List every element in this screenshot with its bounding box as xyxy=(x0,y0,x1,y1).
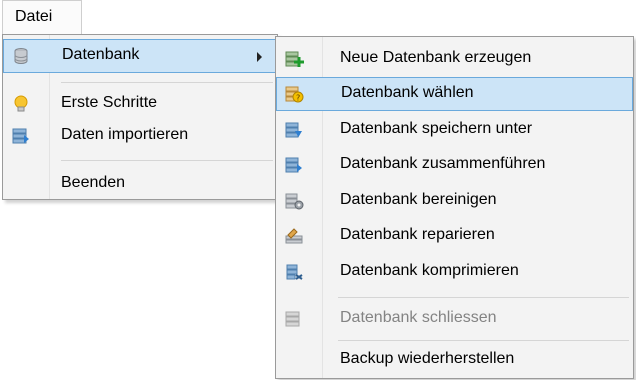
database-icon xyxy=(14,48,28,64)
menu-item-datenbank-komprimieren[interactable]: Datenbank komprimieren xyxy=(276,255,633,289)
repair-database-icon xyxy=(285,228,303,244)
menu-item-label: Erste Schritte xyxy=(61,94,158,111)
select-database-icon: ? xyxy=(285,86,304,103)
menu-item-beenden[interactable]: Beenden xyxy=(3,167,277,201)
menu-item-datenbank-bereinigen[interactable]: Datenbank bereinigen xyxy=(276,184,633,218)
menu-item-label: Datenbank speichern unter xyxy=(340,120,533,137)
add-database-icon xyxy=(285,51,304,67)
svg-text:?: ? xyxy=(296,94,300,103)
menu-item-datenbank-zusammenfuehren[interactable]: Datenbank zusammenführen xyxy=(276,148,633,182)
menu-item-erste-schritte[interactable]: Erste Schritte xyxy=(3,87,277,121)
menu-item-label: Datenbank komprimieren xyxy=(340,262,519,279)
menu-item-datenbank-speichern-unter[interactable]: Datenbank speichern unter xyxy=(276,113,633,147)
import-icon xyxy=(12,128,29,144)
save-database-icon xyxy=(285,122,302,138)
menu-item-label: Neue Datenbank erzeugen xyxy=(340,49,532,66)
menu-item-label: Datenbank zusammenführen xyxy=(340,155,546,172)
menu-separator xyxy=(61,82,273,83)
menu-item-datenbank[interactable]: Datenbank xyxy=(3,39,277,73)
menu-item-label: Daten importieren xyxy=(61,126,189,143)
menu-item-label: Beenden xyxy=(61,174,126,191)
menu-item-label: Datenbank reparieren xyxy=(340,226,495,243)
lightbulb-icon xyxy=(14,95,28,112)
datei-menu: Datenbank Erste Schritte Daten importier… xyxy=(2,34,278,200)
menu-item-label: Datenbank schliessen xyxy=(340,309,497,326)
menu-separator xyxy=(61,160,273,161)
menu-item-datenbank-waehlen[interactable]: ? Datenbank wählen xyxy=(276,77,633,111)
compress-database-icon xyxy=(286,264,303,280)
menu-item-label: Datenbank xyxy=(62,46,140,63)
menu-item-datenbank-reparieren[interactable]: Datenbank reparieren xyxy=(276,219,633,253)
menu-separator xyxy=(338,340,629,341)
close-database-icon xyxy=(285,311,300,327)
menu-item-label: Backup wiederherstellen xyxy=(340,350,515,367)
menu-item-neue-datenbank[interactable]: Neue Datenbank erzeugen xyxy=(276,42,633,76)
merge-database-icon xyxy=(285,157,302,173)
menu-item-label: Datenbank bereinigen xyxy=(340,191,497,208)
menu-tab-label: Datei xyxy=(15,8,53,25)
menu-item-backup-wiederherstellen[interactable]: Backup wiederherstellen xyxy=(276,343,633,377)
datenbank-submenu: Neue Datenbank erzeugen ? Datenbank wähl… xyxy=(275,36,634,379)
cleanup-database-icon xyxy=(285,193,304,210)
submenu-arrow-icon xyxy=(257,52,262,62)
menu-item-datenbank-schliessen[interactable]: Datenbank schliessen xyxy=(276,302,633,336)
menu-separator xyxy=(338,297,629,298)
menu-item-daten-importieren[interactable]: Daten importieren xyxy=(3,119,277,153)
menu-item-label: Datenbank wählen xyxy=(341,84,474,101)
menu-tab-datei[interactable]: Datei xyxy=(2,0,82,34)
